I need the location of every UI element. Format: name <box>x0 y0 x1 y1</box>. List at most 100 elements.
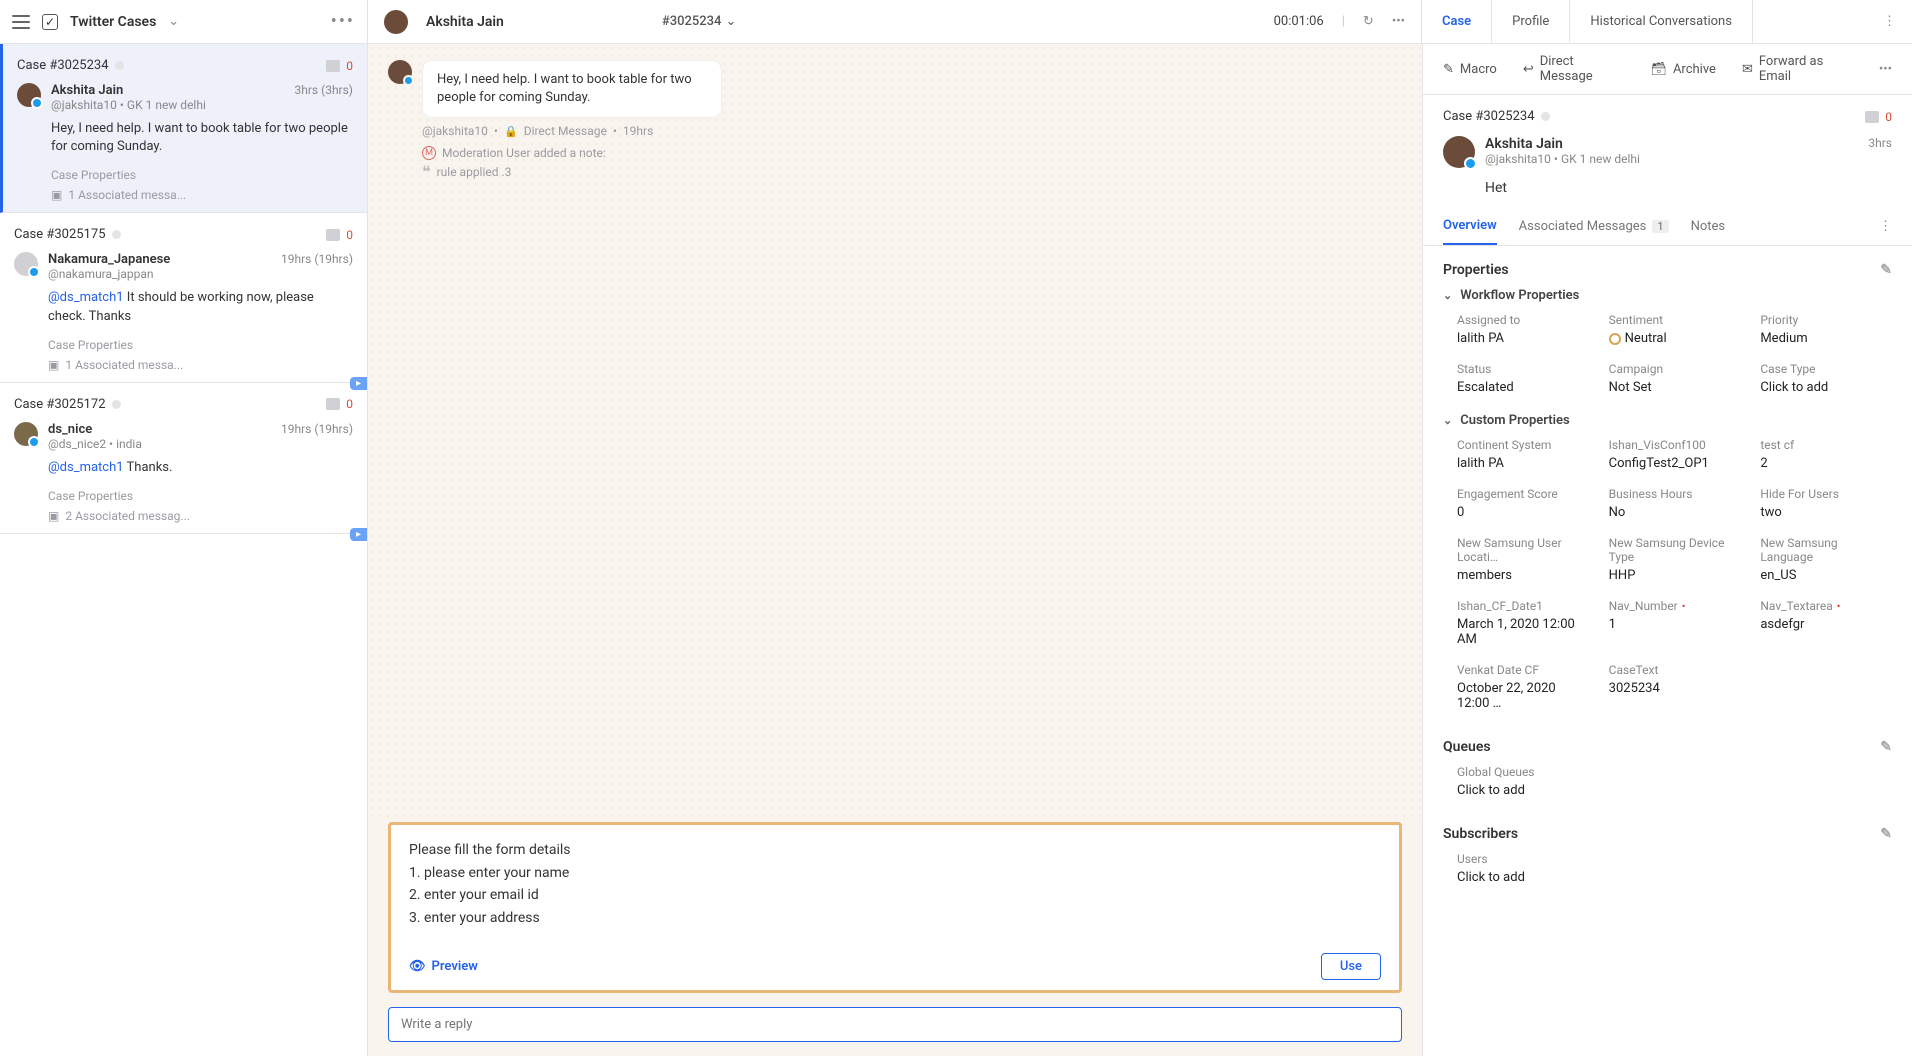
twitter-badge-icon <box>403 75 414 86</box>
global-queues-label: Global Queues <box>1457 765 1892 779</box>
property-field[interactable]: Sentiment Neutral <box>1609 313 1741 346</box>
message-count: 0 <box>346 59 353 73</box>
left-more-icon[interactable]: ••• <box>331 11 355 32</box>
property-field[interactable]: Priority Medium <box>1760 313 1892 346</box>
reply-icon: ↩ <box>1523 62 1534 77</box>
case-message-preview: Hey, I need help. I want to book table f… <box>51 120 353 156</box>
custom-properties-toggle[interactable]: ⌄ Custom Properties <box>1443 413 1892 428</box>
status-dot-icon <box>1541 112 1550 121</box>
property-label: Engagement Score <box>1457 487 1589 501</box>
chevron-down-icon[interactable]: ⌄ <box>168 14 179 29</box>
panel-tabs-more-icon[interactable]: ⋮ <box>1879 219 1892 234</box>
edit-properties-icon[interactable]: ✎ <box>1880 262 1892 278</box>
property-field[interactable]: Hide For Users two <box>1760 487 1892 520</box>
panel-avatar <box>1443 136 1475 168</box>
middle-more-icon[interactable]: ••• <box>1392 14 1405 29</box>
property-field[interactable]: Nav_Number • 1 <box>1609 599 1741 647</box>
case-message-preview: @ds_match1 Thanks. <box>48 459 353 477</box>
header-contact-name: Akshita Jain <box>426 14 504 30</box>
property-field[interactable]: CaseText 3025234 <box>1609 663 1741 711</box>
sentiment-neutral-icon <box>1609 333 1621 345</box>
case-list-item[interactable]: Case #3025234 0 Akshita Jain 3hrs (3hrs)… <box>0 44 367 213</box>
property-field[interactable]: Ishan_VisConf100 ConfigTest2_OP1 <box>1609 438 1741 471</box>
status-dot-icon <box>115 61 124 70</box>
property-field[interactable]: Nav_Textarea • asdefgr <box>1760 599 1892 647</box>
property-field[interactable]: Ishan_CF_Date1 March 1, 2020 12:00 AM <box>1457 599 1589 647</box>
property-label: Ishan_VisConf100 <box>1609 438 1741 452</box>
property-field[interactable]: test cf 2 <box>1760 438 1892 471</box>
suggestion-body: Please fill the form details1. please en… <box>409 839 1381 929</box>
property-field[interactable]: Campaign Not Set <box>1609 362 1741 395</box>
property-field[interactable]: Continent System lalith PA <box>1457 438 1589 471</box>
preview-button[interactable]: 👁 Preview <box>409 959 478 974</box>
case-properties-link[interactable]: Case Properties <box>48 489 353 503</box>
message-count: 0 <box>346 397 353 411</box>
panel-actions-more-icon[interactable]: ••• <box>1879 62 1892 77</box>
property-field[interactable]: Assigned to lalith PA <box>1457 313 1589 346</box>
case-properties-link[interactable]: Case Properties <box>48 338 353 352</box>
property-field[interactable]: Engagement Score 0 <box>1457 487 1589 520</box>
archive-action[interactable]: 🗃Archive <box>1650 62 1716 77</box>
workflow-properties-toggle[interactable]: ⌄ Workflow Properties <box>1443 288 1892 303</box>
property-field[interactable]: Business Hours No <box>1609 487 1741 520</box>
tab-case[interactable]: Case <box>1422 0 1492 44</box>
case-list-item[interactable]: Case #3025172 0 ds_nice 19hrs (19hrs) @d… <box>0 383 367 534</box>
property-value: en_US <box>1760 568 1892 583</box>
forward-email-action[interactable]: ✉Forward as Email <box>1742 54 1853 84</box>
refresh-icon[interactable]: ↻ <box>1363 14 1374 29</box>
ptab-associated-messages[interactable]: Associated Messages 1 <box>1519 208 1669 245</box>
case-avatar <box>17 83 41 107</box>
select-all-checkbox[interactable]: ✓ <box>42 14 58 30</box>
property-field[interactable]: Venkat Date CF October 22, 2020 12:00 … <box>1457 663 1589 711</box>
property-value: Click to add <box>1760 380 1892 395</box>
right-more-icon[interactable]: ⋮ <box>1867 14 1912 29</box>
use-button[interactable]: Use <box>1321 953 1381 980</box>
associated-messages-link[interactable]: ▣ 2 Associated messag... <box>48 509 353 523</box>
hamburger-menu[interactable] <box>12 15 30 29</box>
stack-icon: ▣ <box>48 509 59 523</box>
case-id: Case #3025234 <box>17 58 109 73</box>
direct-message-action[interactable]: ↩Direct Message <box>1523 54 1625 84</box>
case-message-preview: @ds_match1 It should be working now, ple… <box>48 289 353 325</box>
case-time: 19hrs (19hrs) <box>281 422 353 436</box>
property-value: Neutral <box>1609 331 1741 346</box>
associated-messages-link[interactable]: ▣ 1 Associated messa... <box>51 188 353 202</box>
status-dot-icon <box>112 230 121 239</box>
details-panel: ✎Macro ↩Direct Message 🗃Archive ✉Forward… <box>1422 44 1912 1056</box>
tab-historical[interactable]: Historical Conversations <box>1570 0 1753 44</box>
property-field[interactable]: New Samsung Device Type HHP <box>1609 536 1741 583</box>
property-field[interactable]: Case Type Click to add <box>1760 362 1892 395</box>
left-panel-title[interactable]: Twitter Cases <box>70 14 156 30</box>
global-queues-value[interactable]: Click to add <box>1457 783 1892 798</box>
tab-profile[interactable]: Profile <box>1492 0 1570 44</box>
case-list: Case #3025234 0 Akshita Jain 3hrs (3hrs)… <box>0 44 368 1056</box>
property-label: New Samsung Device Type <box>1609 536 1741 564</box>
chevron-down-icon: ⌄ <box>725 14 736 29</box>
property-value: 3025234 <box>1609 681 1741 696</box>
property-value: members <box>1457 568 1589 583</box>
macro-action[interactable]: ✎Macro <box>1443 62 1497 77</box>
associated-messages-link[interactable]: ▣ 1 Associated messa... <box>48 358 353 372</box>
twitter-badge-icon <box>28 266 40 278</box>
edit-subscribers-icon[interactable]: ✎ <box>1880 826 1892 842</box>
property-field[interactable]: Status Escalated <box>1457 362 1589 395</box>
subscribers-users-value[interactable]: Click to add <box>1457 870 1892 885</box>
property-field[interactable]: New Samsung User Locati… members <box>1457 536 1589 583</box>
ptab-notes[interactable]: Notes <box>1691 208 1726 245</box>
property-value: 0 <box>1457 505 1589 520</box>
edit-queues-icon[interactable]: ✎ <box>1880 739 1892 755</box>
property-label: CaseText <box>1609 663 1741 677</box>
case-properties-link[interactable]: Case Properties <box>51 168 353 182</box>
reply-input[interactable] <box>388 1007 1402 1042</box>
property-value: lalith PA <box>1457 456 1589 471</box>
subscribers-users-label: Users <box>1457 852 1892 866</box>
message-count: 0 <box>1885 110 1892 124</box>
properties-heading: Properties <box>1443 262 1509 278</box>
property-value: ConfigTest2_OP1 <box>1609 456 1741 471</box>
ptab-overview[interactable]: Overview <box>1443 208 1497 245</box>
case-list-item[interactable]: Case #3025175 0 Nakamura_Japanese 19hrs … <box>0 213 367 382</box>
subscribers-heading: Subscribers <box>1443 826 1518 842</box>
property-field[interactable]: New Samsung Language en_US <box>1760 536 1892 583</box>
case-contact-name: ds_nice <box>48 422 92 437</box>
header-case-number[interactable]: #3025234 ⌄ <box>662 14 736 29</box>
